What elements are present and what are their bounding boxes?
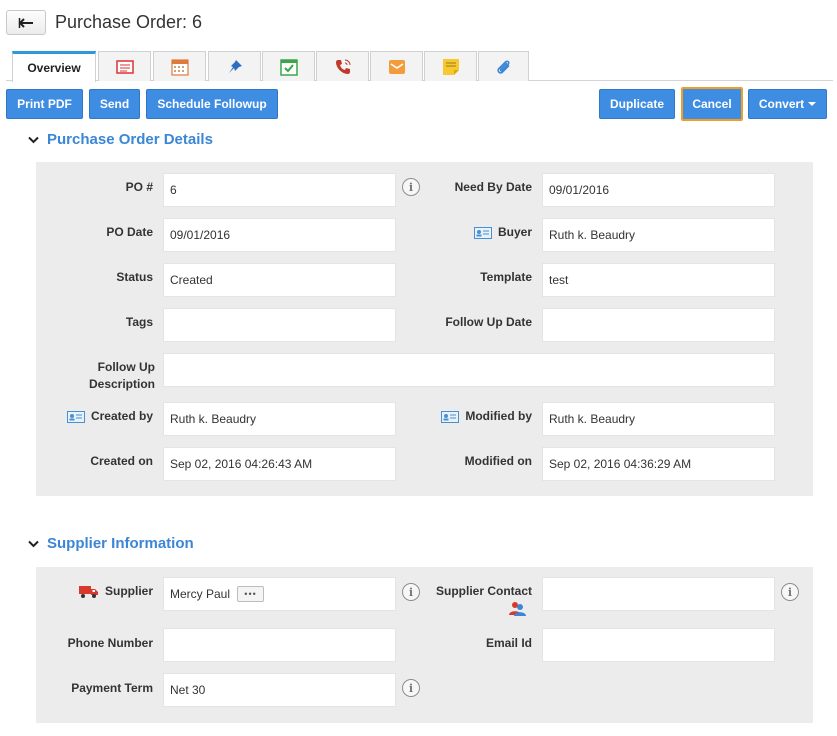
- caret-down-icon: [808, 102, 817, 106]
- tab-notes[interactable]: [98, 51, 151, 81]
- pin-icon: [228, 59, 242, 73]
- cancel-button[interactable]: Cancel: [681, 87, 743, 121]
- email-icon: [388, 59, 405, 74]
- created-by-field[interactable]: Ruth k. Beaudry: [163, 402, 396, 436]
- created-by-label: Created by: [40, 408, 153, 425]
- page-title: Purchase Order: 6: [55, 12, 203, 32]
- po-num-label: PO #: [125, 180, 153, 194]
- supplier-contact-info-icon[interactable]: i: [781, 583, 799, 601]
- tab-attachment[interactable]: [478, 51, 529, 81]
- po-date-field[interactable]: 09/01/2016: [163, 218, 396, 252]
- email-id-label: Email Id: [485, 636, 532, 650]
- tab-email[interactable]: [370, 51, 423, 81]
- tab-overview-label: Overview: [27, 61, 81, 75]
- tab-calendar[interactable]: [153, 51, 206, 81]
- supplier-info-header[interactable]: Supplier Information: [28, 535, 194, 552]
- payment-term-info-icon[interactable]: i: [402, 679, 420, 697]
- modified-on-field[interactable]: Sep 02, 2016 04:36:29 AM: [542, 447, 775, 481]
- supplier-value: Mercy Paul: [170, 587, 231, 601]
- supplier-field[interactable]: Mercy Paul •••: [163, 577, 396, 611]
- tab-pin[interactable]: [208, 51, 261, 81]
- email-id-field[interactable]: [542, 628, 775, 662]
- po-num-info-icon[interactable]: i: [402, 178, 420, 196]
- duplicate-button[interactable]: Duplicate: [599, 89, 675, 119]
- created-on-label: Created on: [90, 454, 153, 468]
- supplier-contact-label: Supplier Contact: [420, 583, 532, 621]
- tags-field[interactable]: [163, 308, 396, 342]
- modified-by-label-text: Modified by: [465, 409, 532, 423]
- call-icon: [335, 59, 350, 74]
- supplier-more-button[interactable]: •••: [237, 586, 265, 602]
- created-on-field[interactable]: Sep 02, 2016 04:26:43 AM: [163, 447, 396, 481]
- tab-sticky-note[interactable]: [424, 51, 477, 81]
- chevron-down-icon: [28, 540, 39, 548]
- tags-label: Tags: [125, 315, 153, 329]
- buyer-field[interactable]: Ruth k. Beaudry: [542, 218, 775, 252]
- buyer-label-text: Buyer: [497, 225, 532, 239]
- chevron-down-icon: [28, 136, 39, 144]
- template-label: Template: [480, 270, 532, 284]
- supplier-contact-label-text: Supplier Contact: [435, 584, 532, 598]
- follow-up-description-field[interactable]: [163, 353, 775, 387]
- schedule-followup-button[interactable]: Schedule Followup: [146, 89, 278, 119]
- po-date-label: PO Date: [106, 225, 153, 239]
- convert-button[interactable]: Convert: [748, 89, 827, 119]
- print-pdf-button[interactable]: Print PDF: [6, 89, 83, 119]
- modified-by-label: Modified by: [420, 408, 532, 425]
- po-num-field[interactable]: 6: [163, 173, 396, 207]
- contacts-icon[interactable]: [420, 600, 532, 621]
- payment-term-label: Payment Term: [71, 681, 153, 695]
- buyer-label: Buyer: [420, 224, 532, 241]
- supplier-label: Supplier: [40, 583, 153, 600]
- need-by-date-field[interactable]: 09/01/2016: [542, 173, 775, 207]
- po-details-header[interactable]: Purchase Order Details: [28, 131, 213, 148]
- attachment-icon: [496, 59, 510, 74]
- calendar-icon: [170, 58, 189, 76]
- phone-number-field[interactable]: [163, 628, 396, 662]
- status-label: Status: [116, 270, 153, 284]
- follow-up-date-field[interactable]: [542, 308, 775, 342]
- supplier-info-icon[interactable]: i: [402, 583, 420, 601]
- supplier-label-text: Supplier: [104, 584, 153, 598]
- supplier-contact-field[interactable]: [542, 577, 775, 611]
- template-field[interactable]: test: [542, 263, 775, 297]
- back-arrow-icon: [18, 17, 33, 28]
- sticky-note-icon: [442, 58, 459, 75]
- follow-up-description-label: Follow Up Description: [40, 359, 155, 393]
- task-icon: [279, 58, 298, 76]
- contact-card-icon: [66, 410, 85, 423]
- created-by-label-text: Created by: [90, 409, 153, 423]
- contact-card-icon: [441, 410, 460, 423]
- follow-up-description-label-line1: Follow Up: [97, 360, 155, 374]
- need-by-date-label: Need By Date: [454, 180, 532, 194]
- notes-icon: [115, 59, 134, 74]
- truck-icon: [78, 585, 98, 598]
- send-button[interactable]: Send: [89, 89, 140, 119]
- tab-task[interactable]: [262, 51, 315, 81]
- po-details-title: Purchase Order Details: [47, 131, 213, 148]
- modified-on-label: Modified on: [464, 454, 532, 468]
- follow-up-description-label-line2: Description: [88, 377, 155, 391]
- contact-card-icon: [473, 226, 492, 239]
- back-button[interactable]: [6, 10, 46, 35]
- modified-by-field[interactable]: Ruth k. Beaudry: [542, 402, 775, 436]
- tab-call[interactable]: [316, 51, 369, 81]
- convert-label: Convert: [758, 97, 805, 111]
- status-field[interactable]: Created: [163, 263, 396, 297]
- follow-up-date-label: Follow Up Date: [445, 315, 532, 329]
- payment-term-field[interactable]: Net 30: [163, 673, 396, 707]
- supplier-info-title: Supplier Information: [47, 535, 194, 552]
- phone-number-label: Phone Number: [67, 636, 153, 650]
- tab-overview[interactable]: Overview: [12, 51, 96, 82]
